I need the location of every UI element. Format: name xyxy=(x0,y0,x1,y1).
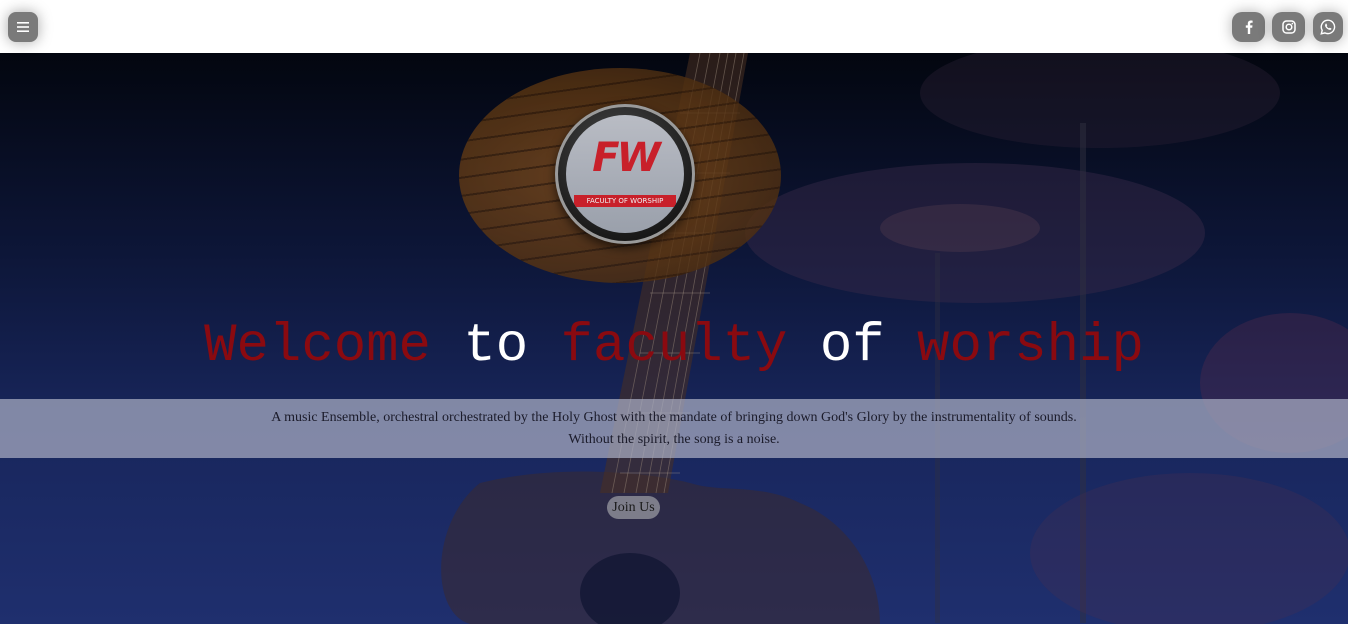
tagline: A music Ensemble, orchestral orchestrate… xyxy=(0,407,1348,451)
instagram-button[interactable] xyxy=(1272,12,1305,42)
tagline-line-1: A music Ensemble, orchestral orchestrate… xyxy=(271,410,1077,425)
join-us-button[interactable]: Join Us xyxy=(607,496,660,519)
faculty-of-worship-logo: FW FACULTY OF WORSHIP xyxy=(555,104,695,244)
instagram-icon xyxy=(1281,20,1296,34)
top-bar xyxy=(0,0,1348,53)
logo-subtitle: FACULTY OF WORSHIP xyxy=(586,197,664,205)
hamburger-icon xyxy=(17,22,29,32)
welcome-heading: Welcome to faculty of worship xyxy=(0,315,1348,379)
title-word-worship: worship xyxy=(917,316,1144,377)
facebook-icon xyxy=(1245,20,1253,34)
facebook-button[interactable] xyxy=(1232,12,1265,42)
hero-section: FW FACULTY OF WORSHIP Welcome to faculty… xyxy=(0,53,1348,624)
tagline-line-2: Without the spirit, the song is a noise. xyxy=(568,432,780,447)
logo-inner: FW FACULTY OF WORSHIP xyxy=(566,115,684,233)
title-word-faculty: faculty xyxy=(560,316,788,377)
whatsapp-button[interactable] xyxy=(1313,12,1343,42)
whatsapp-icon xyxy=(1320,19,1336,35)
menu-button[interactable] xyxy=(8,12,38,42)
logo-mark: FW xyxy=(592,135,660,181)
title-word-of: of xyxy=(819,316,885,377)
title-word-welcome: Welcome xyxy=(204,316,431,377)
title-word-to: to xyxy=(463,316,529,377)
